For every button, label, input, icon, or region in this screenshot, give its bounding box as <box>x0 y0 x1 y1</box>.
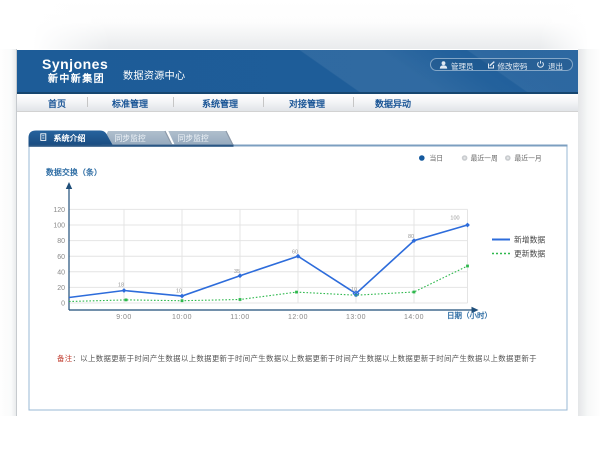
svg-text:100: 100 <box>53 223 65 230</box>
svg-text:日期（小时）: 日期（小时） <box>447 310 492 320</box>
svg-text:10: 10 <box>176 289 182 295</box>
svg-text:120: 120 <box>53 207 65 214</box>
svg-text:12:00: 12:00 <box>288 314 308 321</box>
svg-text:10:00: 10:00 <box>172 314 192 321</box>
svg-text:0: 0 <box>61 301 65 308</box>
svg-text:最近一月: 最近一月 <box>515 154 542 163</box>
svg-text:最近一周: 最近一周 <box>471 154 498 163</box>
svg-text:40: 40 <box>57 269 65 276</box>
svg-text:11:00: 11:00 <box>230 314 250 321</box>
svg-text:60: 60 <box>57 254 65 261</box>
svg-text:更新数据: 更新数据 <box>514 249 545 259</box>
svg-text:10: 10 <box>351 287 357 293</box>
svg-text:100: 100 <box>450 216 459 222</box>
svg-text:80: 80 <box>57 238 65 245</box>
svg-text:60: 60 <box>292 250 298 256</box>
svg-text:14:00: 14:00 <box>404 314 424 321</box>
svg-text:数据交换（条）: 数据交换（条） <box>46 167 102 177</box>
svg-text:当日: 当日 <box>430 154 444 163</box>
svg-text:20: 20 <box>57 285 65 292</box>
svg-text:13:00: 13:00 <box>346 314 366 321</box>
svg-text:35: 35 <box>234 269 240 275</box>
svg-text:18: 18 <box>118 283 124 289</box>
svg-text:同步监控: 同步监控 <box>115 133 146 143</box>
svg-text:系统介绍: 系统介绍 <box>54 133 86 143</box>
svg-text:80: 80 <box>408 234 414 240</box>
svg-text:9:00: 9:00 <box>116 314 132 321</box>
svg-text:同步监控: 同步监控 <box>178 133 209 143</box>
svg-text:新增数据: 新增数据 <box>514 235 545 245</box>
